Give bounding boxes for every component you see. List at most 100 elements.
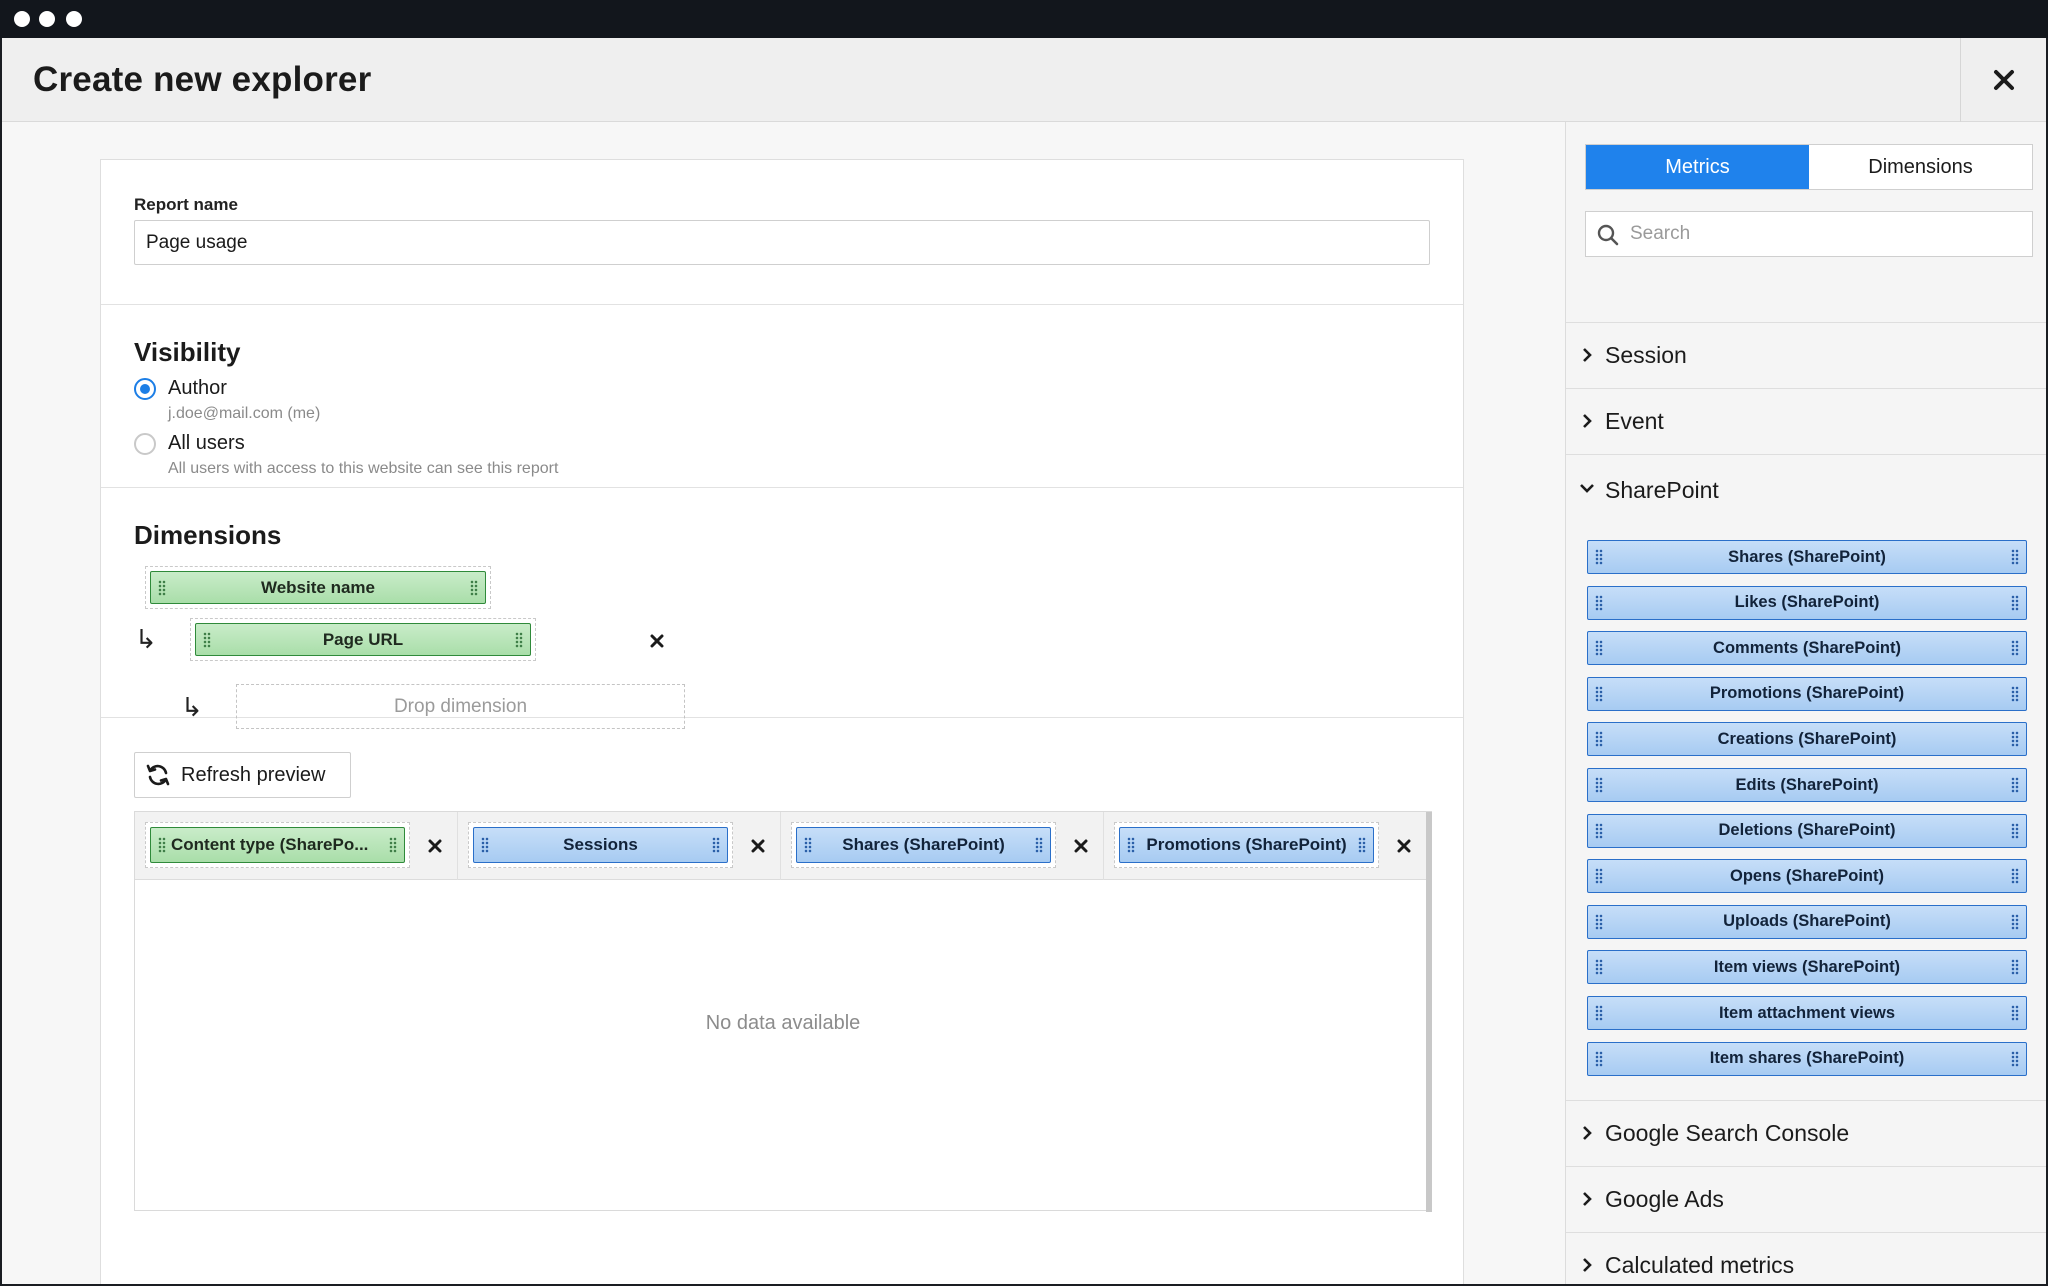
metric-pill[interactable]: Item shares (SharePoint) bbox=[1587, 1041, 2027, 1076]
drag-handle-icon[interactable] bbox=[1595, 868, 1603, 885]
drag-handle-icon[interactable] bbox=[481, 837, 489, 853]
metric-pill[interactable]: Item views (SharePoint) bbox=[1587, 950, 2027, 985]
drag-handle-icon[interactable] bbox=[2011, 1005, 2019, 1021]
remove-column-icon[interactable] bbox=[428, 839, 442, 853]
metric-pill[interactable]: Opens (SharePoint) bbox=[1587, 859, 2027, 894]
drag-handle-icon[interactable] bbox=[1595, 777, 1603, 793]
drag-handle-icon[interactable] bbox=[2011, 731, 2019, 748]
drag-handle-icon[interactable] bbox=[470, 579, 478, 596]
column-pill-content-type[interactable]: Content type (SharePo... bbox=[150, 827, 405, 863]
column-pill-sessions[interactable]: Sessions bbox=[473, 827, 728, 863]
drag-handle-icon[interactable] bbox=[712, 837, 720, 853]
drag-handle-icon[interactable] bbox=[1595, 594, 1603, 611]
chevron-right-icon bbox=[1583, 1126, 1592, 1140]
category-google-search-console[interactable]: Google Search Console bbox=[1566, 1100, 2046, 1166]
category-google-ads[interactable]: Google Ads bbox=[1566, 1166, 2046, 1232]
metric-pill[interactable]: Edits (SharePoint) bbox=[1587, 768, 2027, 802]
metric-item: Opens (SharePoint) bbox=[1587, 859, 2027, 894]
column-pill-promotions[interactable]: Promotions (SharePoint) bbox=[1119, 827, 1374, 863]
metric-pill-label: Item views (SharePoint) bbox=[1713, 957, 1901, 976]
metric-pill[interactable]: Likes (SharePoint) bbox=[1587, 585, 2027, 620]
category-calculated-metrics[interactable]: Calculated metrics bbox=[1566, 1232, 2046, 1284]
category-session[interactable]: Session bbox=[1566, 322, 2046, 388]
author-radio[interactable] bbox=[134, 378, 156, 400]
close-icon bbox=[1993, 70, 2014, 90]
dimension-pill-page-url[interactable]: Page URL bbox=[195, 623, 531, 656]
tab-metrics[interactable]: Metrics bbox=[1586, 145, 1809, 189]
drag-handle-icon[interactable] bbox=[2011, 959, 2019, 976]
column-pill-shares[interactable]: Shares (SharePoint) bbox=[796, 827, 1051, 863]
drag-handle-icon[interactable] bbox=[2011, 685, 2019, 702]
drag-handle-icon[interactable] bbox=[1595, 1050, 1603, 1067]
drag-handle-icon[interactable] bbox=[2011, 822, 2019, 839]
category-event[interactable]: Event bbox=[1566, 388, 2046, 454]
metric-item: Uploads (SharePoint) bbox=[1587, 904, 2027, 939]
all-users-radio[interactable] bbox=[134, 433, 156, 455]
dimension-pill-website-name[interactable]: Website name bbox=[150, 571, 486, 604]
metric-pill[interactable]: Comments (SharePoint) bbox=[1587, 631, 2027, 666]
drag-handle-icon[interactable] bbox=[515, 631, 523, 648]
drag-handle-icon[interactable] bbox=[1595, 822, 1603, 839]
close-button[interactable] bbox=[1960, 38, 2046, 122]
window-control-dot[interactable] bbox=[39, 11, 55, 27]
drag-handle-icon[interactable] bbox=[1595, 913, 1603, 930]
drag-handle-icon[interactable] bbox=[1358, 837, 1366, 853]
window-control-dot[interactable] bbox=[66, 11, 82, 27]
drag-handle-icon[interactable] bbox=[1595, 731, 1603, 748]
metric-item: Deletions (SharePoint) bbox=[1587, 813, 2027, 848]
remove-column-icon[interactable] bbox=[1397, 839, 1411, 853]
drag-handle-icon[interactable] bbox=[1595, 959, 1603, 976]
drag-handle-icon[interactable] bbox=[389, 837, 397, 853]
drag-handle-icon[interactable] bbox=[1595, 640, 1603, 657]
metric-pill-label: Edits (SharePoint) bbox=[1735, 775, 1879, 794]
remove-column-icon[interactable] bbox=[751, 839, 765, 853]
report-name-input[interactable] bbox=[134, 220, 1430, 265]
metric-pill-label: Item attachment views bbox=[1718, 1003, 1896, 1022]
drag-handle-icon[interactable] bbox=[804, 837, 812, 853]
metric-pill-label: Likes (SharePoint) bbox=[1734, 593, 1880, 612]
drag-handle-icon[interactable] bbox=[1595, 549, 1603, 565]
drag-handle-icon[interactable] bbox=[1595, 1005, 1603, 1021]
drag-handle-icon[interactable] bbox=[158, 579, 166, 596]
remove-column-icon[interactable] bbox=[1074, 839, 1088, 853]
drag-handle-icon[interactable] bbox=[2011, 549, 2019, 565]
search-input[interactable] bbox=[1630, 212, 2020, 256]
metric-pill[interactable]: Uploads (SharePoint) bbox=[1587, 904, 2027, 939]
drag-handle-icon[interactable] bbox=[158, 837, 166, 853]
drag-handle-icon[interactable] bbox=[2011, 777, 2019, 793]
drag-handle-icon[interactable] bbox=[1127, 837, 1135, 853]
refresh-preview-button[interactable]: Refresh preview bbox=[134, 752, 351, 798]
category-label: Google Ads bbox=[1605, 1186, 1724, 1212]
metric-item: Item shares (SharePoint) bbox=[1587, 1041, 2027, 1076]
category-sharepoint[interactable]: SharePoint bbox=[1566, 454, 2046, 530]
metric-pill[interactable]: Deletions (SharePoint) bbox=[1587, 813, 2027, 848]
report-name-section: Report name bbox=[101, 160, 1463, 305]
drag-handle-icon[interactable] bbox=[2011, 594, 2019, 611]
drag-handle-icon[interactable] bbox=[2011, 1050, 2019, 1067]
report-form-card: Report name Visibility Author j.doe@mail… bbox=[100, 159, 1464, 1284]
drag-handle-icon[interactable] bbox=[1595, 685, 1603, 702]
preview-scrollbar[interactable] bbox=[1426, 812, 1432, 1212]
author-radio-label: Author bbox=[168, 377, 227, 399]
metric-pill[interactable]: Creations (SharePoint) bbox=[1587, 722, 2027, 757]
drag-handle-icon[interactable] bbox=[2011, 913, 2019, 930]
drag-handle-icon[interactable] bbox=[1035, 837, 1043, 853]
drag-handle-icon[interactable] bbox=[203, 631, 211, 648]
metric-pill[interactable]: Promotions (SharePoint) bbox=[1587, 676, 2027, 711]
page-title: Create new explorer bbox=[33, 60, 372, 99]
window-control-dot[interactable] bbox=[14, 11, 30, 27]
metric-pill-label: Uploads (SharePoint) bbox=[1723, 912, 1891, 931]
tab-dimensions[interactable]: Dimensions bbox=[1809, 145, 2032, 189]
metric-pill-label: Creations (SharePoint) bbox=[1717, 729, 1897, 748]
column-pill-label: Sessions bbox=[563, 835, 638, 854]
metric-pill[interactable]: Shares (SharePoint) bbox=[1587, 540, 2027, 574]
metric-pill[interactable]: Item attachment views bbox=[1587, 996, 2027, 1030]
search-box bbox=[1585, 211, 2033, 257]
preview-column-headers: Content type (SharePo... Sessions Shares… bbox=[135, 812, 1431, 880]
drag-handle-icon[interactable] bbox=[2011, 868, 2019, 885]
refresh-icon bbox=[146, 764, 170, 786]
remove-dimension-icon[interactable] bbox=[650, 634, 664, 648]
nested-arrow-icon: ↳ bbox=[181, 692, 203, 722]
drag-handle-icon[interactable] bbox=[2011, 640, 2019, 657]
metric-item: Likes (SharePoint) bbox=[1587, 585, 2027, 620]
